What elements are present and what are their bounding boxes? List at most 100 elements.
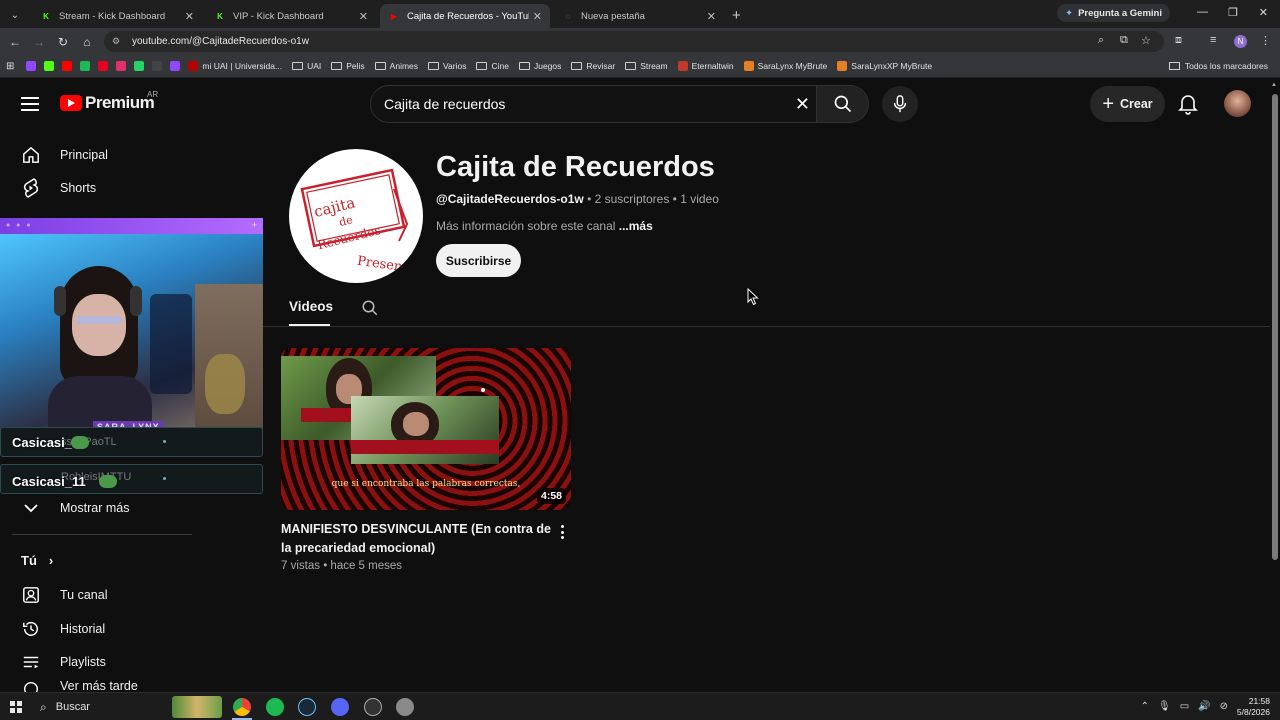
channel-search-icon[interactable] (361, 299, 379, 322)
bookmark-folder[interactable]: UAI (292, 61, 321, 71)
sidebar-item-ver-mas-tarde[interactable]: Ver más tarde (0, 679, 200, 693)
sidebar-item-tu-canal[interactable]: Tu canal (0, 578, 200, 612)
browser-tab[interactable]: K VIP - Kick Dashboard ✕ (206, 4, 376, 28)
new-tab-button[interactable]: + (732, 7, 741, 24)
bookmark-item[interactable] (98, 61, 109, 71)
apps-grid-icon[interactable]: ⊞ (6, 61, 14, 72)
sidebar-item-label: Principal (60, 148, 108, 162)
site-info-icon[interactable]: ⚙ (112, 36, 124, 48)
bookmark-folder[interactable]: Cine (476, 61, 509, 71)
menu-icon[interactable] (21, 97, 39, 111)
youtube-premium-logo[interactable]: Premium AR (60, 90, 158, 113)
scroll-up-arrow[interactable]: ▲ (1271, 82, 1277, 88)
video-title[interactable]: MANIFIESTO DESVINCULANTE (En contra de l… (281, 520, 556, 558)
search-highlight-icon[interactable] (172, 696, 222, 718)
sidebar-item-principal[interactable]: Principal (0, 138, 200, 172)
home-button[interactable]: ⌂ (75, 35, 99, 49)
extensions-icon[interactable]: ⧈ (1175, 34, 1182, 47)
chevron-up-icon[interactable]: ⌃ (1141, 701, 1149, 712)
bookmark-folder[interactable]: Animes (374, 61, 418, 71)
bookmark-item[interactable]: Eternaltwin (677, 61, 734, 71)
bookmark-item[interactable] (116, 61, 127, 71)
thumbnail-caption: que si encontraba las palabras correctas… (331, 479, 521, 489)
address-bar[interactable]: ⚙ youtube.com/@CajitadeRecuerdos-o1w (104, 31, 1164, 52)
language-icon[interactable]: ⊘ (1220, 701, 1228, 712)
you-section-header[interactable]: Tú › (21, 553, 53, 568)
browser-tab[interactable]: ◌ Nueva pestaña ✕ (554, 4, 724, 28)
search-input[interactable]: Cajita de recuerdos ✕ (370, 85, 817, 123)
sidebar-item-shorts[interactable]: Shorts (0, 171, 200, 205)
voice-search-button[interactable] (882, 86, 918, 122)
search-button[interactable] (817, 85, 869, 123)
network-icon[interactable]: ▭ (1180, 701, 1189, 712)
bookmark-item[interactable]: SaraLynx MyBrute (743, 61, 827, 71)
bookmark-item[interactable] (170, 61, 181, 71)
close-tab-icon[interactable]: ✕ (533, 10, 542, 23)
chrome-taskbar-icon[interactable] (233, 698, 251, 716)
steam-taskbar-icon[interactable] (298, 698, 316, 716)
watch-later-icon (21, 679, 41, 693)
chrome-menu-icon[interactable]: ⋮ (1260, 34, 1271, 47)
app-taskbar-icon[interactable] (396, 698, 414, 716)
clear-search-icon[interactable]: ✕ (795, 94, 810, 115)
sidebar-item-playlists[interactable]: Playlists (0, 645, 200, 679)
bookmark-star-icon[interactable]: ☆ (1141, 34, 1151, 47)
browser-tab[interactable]: ▶ Cajita de Recuerdos - YouTube ✕ (380, 4, 550, 28)
close-tab-icon[interactable]: ✕ (707, 10, 716, 23)
more-link[interactable]: ...más (615, 219, 653, 233)
bookmark-item[interactable]: SaraLynxXP MyBrute (837, 61, 932, 71)
bookmark-item[interactable] (26, 61, 37, 71)
profile-avatar[interactable]: N (1234, 35, 1247, 48)
minimize-button[interactable]: — (1197, 6, 1208, 18)
bookmark-folder[interactable]: Revisar (571, 61, 615, 71)
forward-button[interactable]: → (27, 35, 51, 49)
bookmark-favicon-icon (743, 61, 754, 71)
back-button[interactable]: ← (3, 35, 27, 49)
taskbar-clock[interactable]: 21:58 5/8/2026 (1237, 696, 1270, 718)
gemini-button[interactable]: ✦ Pregunta a Gemini (1057, 4, 1170, 22)
scrollbar-thumb[interactable] (1272, 94, 1278, 560)
user-avatar[interactable] (1224, 90, 1251, 117)
reload-button[interactable]: ↻ (51, 35, 75, 49)
spotify-taskbar-icon[interactable] (266, 698, 284, 716)
close-tab-icon[interactable]: ✕ (185, 10, 194, 23)
close-window-button[interactable]: ✕ (1259, 6, 1268, 19)
page-scrollbar[interactable]: ▲ (1270, 80, 1280, 692)
sidebar-item-historial[interactable]: Historial (0, 612, 200, 646)
volume-icon[interactable]: 🔊 (1198, 701, 1210, 712)
bookmark-label: Stream (640, 61, 668, 71)
bookmark-folder[interactable]: Stream (625, 61, 668, 71)
channel-avatar[interactable]: cajita de Recuerdos Present (289, 149, 423, 283)
create-button[interactable]: + Crear (1090, 86, 1165, 122)
bookmark-item[interactable] (152, 61, 163, 71)
video-thumbnail[interactable]: que si encontraba las palabras correctas… (281, 348, 571, 510)
bookmark-label: Pelis (346, 61, 365, 71)
tab-search-dropdown[interactable]: ⌄ (4, 5, 26, 25)
bookmark-favicon-icon (80, 61, 91, 71)
zoom-icon[interactable]: ⌕ (1098, 34, 1104, 47)
media-control-icon[interactable]: ≡ (1210, 34, 1216, 46)
close-tab-icon[interactable]: ✕ (359, 10, 368, 23)
tab-videos[interactable]: Videos (289, 299, 333, 314)
bookmark-item[interactable] (62, 61, 73, 71)
bookmark-folder[interactable]: Pelis (331, 61, 365, 71)
obs-taskbar-icon[interactable] (364, 698, 382, 716)
restore-button[interactable]: ❐ (1228, 6, 1238, 19)
bookmark-item[interactable]: mi UAI | Universida... (188, 61, 282, 71)
channel-description[interactable]: Más información sobre este canal ...más (436, 219, 653, 233)
microphone-icon[interactable]: 🎙 (1158, 701, 1171, 712)
notifications-bell-icon[interactable] (1178, 93, 1198, 120)
browser-tab[interactable]: K Stream - Kick Dashboard ✕ (32, 4, 202, 28)
subscribe-button[interactable]: Suscribirse (436, 244, 521, 277)
all-bookmarks-button[interactable]: Todos los marcadores (1168, 61, 1268, 71)
install-app-icon[interactable]: ⧉ (1120, 34, 1128, 47)
bookmark-folder[interactable]: Varios (428, 61, 466, 71)
video-more-actions-icon[interactable] (556, 523, 568, 541)
windows-start-icon[interactable] (10, 701, 22, 713)
discord-taskbar-icon[interactable] (331, 698, 349, 716)
bookmark-folder[interactable]: Juegos (518, 61, 561, 71)
bookmark-item[interactable] (134, 61, 145, 71)
show-more-button[interactable]: Mostrar más (0, 491, 200, 525)
bookmark-item[interactable] (80, 61, 91, 71)
bookmark-item[interactable] (44, 61, 55, 71)
